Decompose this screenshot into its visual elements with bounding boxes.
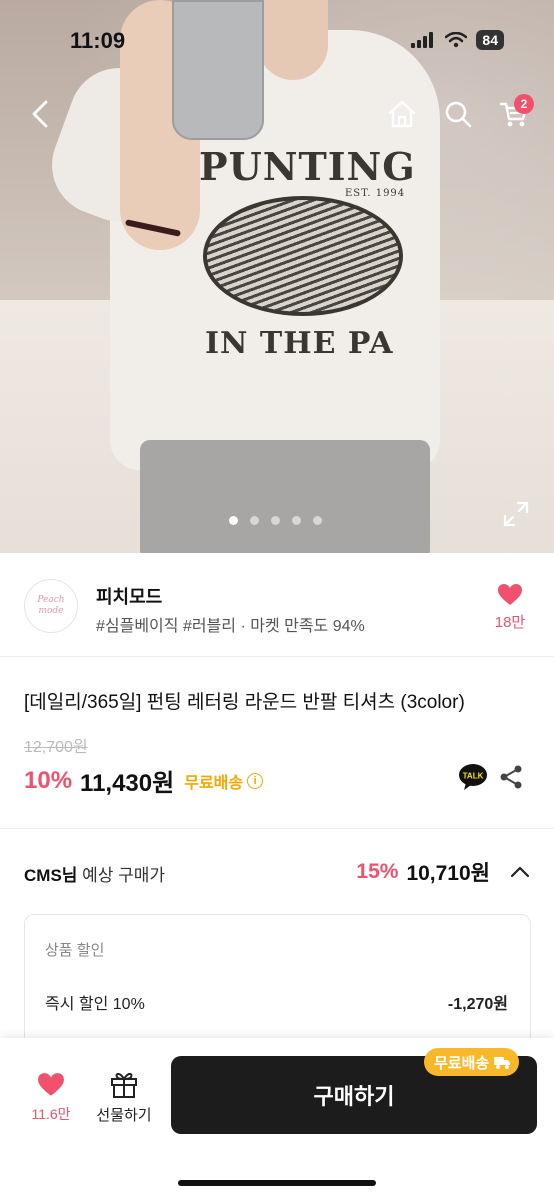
free-shipping-chip: 무료배송 — [424, 1048, 520, 1076]
top-navigation: 2 — [0, 90, 554, 138]
expected-price-text: 예상 구매가 — [77, 866, 166, 885]
wishlist-button[interactable]: 11.6만 — [26, 1072, 76, 1124]
expand-icon — [503, 501, 529, 527]
print-oval — [203, 196, 403, 316]
shirt-print: PUNTING EST. 1994 IN THE PA — [195, 140, 415, 380]
buy-button-label: 구매하기 — [313, 1084, 395, 1109]
expected-discount: 15% — [356, 860, 399, 883]
breakdown-row-value: -1,270원 — [447, 996, 508, 1013]
share-icon — [500, 765, 522, 789]
gallery-dot[interactable] — [249, 516, 259, 525]
status-time: 11:09 — [70, 28, 126, 53]
talk-icon-text: TALK — [463, 772, 484, 781]
user-name: CMS님 — [24, 866, 78, 885]
home-icon — [388, 100, 416, 128]
store-tags: #심플베이직 #러블리 · 마켓 만족도 94% — [96, 618, 365, 635]
cart-count-badge: 2 — [514, 94, 534, 114]
original-price: 12,700원 — [24, 739, 88, 756]
search-icon — [445, 101, 472, 128]
gallery-dot[interactable] — [291, 516, 301, 525]
status-icons: 84 — [410, 30, 504, 50]
expand-image-button[interactable] — [502, 500, 530, 528]
signal-icon — [411, 32, 434, 48]
battery-indicator: 84 — [476, 30, 504, 50]
status-bar: 11:09 84 — [0, 24, 554, 60]
gallery-dot[interactable] — [228, 516, 238, 525]
product-info: [데일리/365일] 펀팅 레터링 라운드 반팔 티셔츠 (3color) 12… — [0, 657, 554, 829]
print-est: EST. 1994 — [345, 188, 406, 199]
store-like-button[interactable]: 18만 — [490, 583, 530, 632]
info-icon[interactable]: i — [247, 772, 264, 789]
share-button[interactable] — [498, 764, 524, 790]
print-word-bottom: IN THE PA — [205, 326, 394, 361]
breakdown-title: 상품 할인 — [45, 942, 105, 959]
store-name[interactable]: 피치모드 — [96, 583, 162, 609]
back-button[interactable] — [18, 90, 62, 138]
gallery-dot[interactable] — [312, 516, 322, 525]
home-indicator — [178, 1180, 376, 1186]
sale-price: 11,430원 — [80, 770, 175, 797]
truck-icon — [494, 1057, 511, 1069]
gift-label: 선물하기 — [96, 1107, 152, 1124]
kakao-talk-button[interactable]: TALK — [458, 763, 488, 791]
chevron-up-icon[interactable] — [510, 866, 530, 878]
search-button[interactable] — [436, 90, 480, 138]
heart-icon — [38, 1073, 64, 1096]
discount-rate: 10% — [24, 766, 73, 794]
expected-price-values: 15% 10,710원 — [356, 857, 530, 887]
heart-icon — [498, 584, 522, 605]
wishlist-count: 11.6만 — [31, 1106, 71, 1122]
expected-price: 10,710원 — [406, 862, 490, 885]
chevron-left-icon — [32, 100, 48, 128]
gallery-pagination — [0, 516, 554, 525]
gallery-dot[interactable] — [270, 516, 280, 525]
store-like-count: 18만 — [494, 614, 526, 631]
cart-button[interactable]: 2 — [492, 90, 536, 138]
product-image[interactable]: PUNTING EST. 1994 IN THE PA 11:09 84 2 — [0, 0, 554, 553]
free-shipping-label: 무료배송 — [184, 774, 244, 792]
home-button[interactable] — [380, 90, 424, 138]
bottom-action-bar: 11.6만 선물하기 구매하기 무료배송 — [0, 1038, 554, 1200]
wifi-icon — [445, 32, 468, 48]
expected-price-section[interactable]: CMS님 예상 구매가 15% 10,710원 — [0, 829, 554, 915]
gift-icon — [111, 1072, 137, 1098]
price-row: 10% 11,430원 무료배송 i — [24, 763, 264, 798]
gift-button[interactable]: 선물하기 — [92, 1070, 156, 1125]
store-section: Peach mode 피치모드 #심플베이직 #러블리 · 마켓 만족도 94%… — [0, 553, 554, 657]
talk-icon: TALK — [459, 764, 487, 790]
image-pants — [140, 440, 430, 553]
expected-price-label: CMS님 예상 구매가 — [24, 861, 165, 886]
print-word-top: PUNTING — [199, 144, 416, 189]
breakdown-row-label: 즉시 할인 10% — [45, 996, 145, 1013]
free-shipping-chip-label: 무료배송 — [434, 1054, 490, 1072]
store-logo-text: Peach mode — [37, 595, 65, 616]
product-title: [데일리/365일] 펀팅 레터링 라운드 반팔 티셔츠 (3color) — [24, 692, 465, 713]
store-logo[interactable]: Peach mode — [24, 579, 78, 633]
